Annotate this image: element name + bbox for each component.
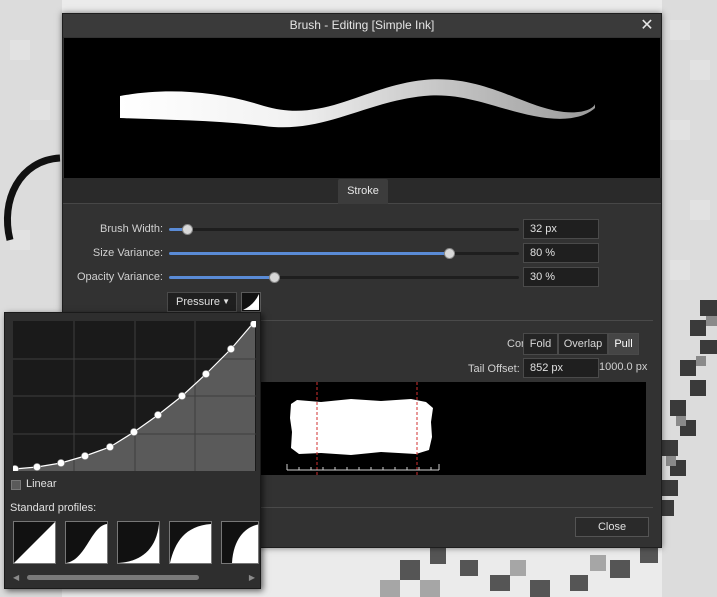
close-icon[interactable]: ✕ bbox=[639, 14, 655, 37]
slider-thumb[interactable] bbox=[269, 272, 280, 283]
tail-offset-label: Tail Offset: bbox=[468, 363, 520, 375]
pressure-curve-graph[interactable] bbox=[13, 321, 256, 471]
curve-icon bbox=[243, 294, 259, 310]
brush-width-slider[interactable] bbox=[169, 222, 519, 236]
linear-label: Linear bbox=[26, 478, 57, 490]
corners-overlap-option[interactable]: Overlap bbox=[558, 333, 608, 355]
brush-texture-preview bbox=[261, 382, 646, 475]
slider-fill bbox=[169, 252, 449, 255]
profile-s-curve-icon[interactable] bbox=[65, 521, 108, 564]
pressure-curve-popover: Linear Standard profiles: ◀ ▶ bbox=[4, 312, 261, 589]
controller-dropdown[interactable]: Pressure ▼ bbox=[167, 292, 237, 312]
slider-track bbox=[169, 228, 519, 231]
tail-offset-field[interactable]: 852 px bbox=[523, 358, 599, 378]
corners-pull-option[interactable]: Pull bbox=[608, 333, 639, 355]
brush-width-label: Brush Width: bbox=[100, 223, 163, 235]
slider-fill bbox=[169, 276, 274, 279]
controller-dropdown-label: Pressure bbox=[176, 296, 221, 308]
size-variance-slider[interactable] bbox=[169, 246, 519, 260]
size-variance-field[interactable]: 80 % bbox=[523, 243, 599, 263]
opacity-variance-slider[interactable] bbox=[169, 270, 519, 284]
profile-linear-icon[interactable] bbox=[13, 521, 56, 564]
standard-profiles-label: Standard profiles: bbox=[10, 502, 97, 514]
opacity-variance-label: Opacity Variance: bbox=[76, 271, 163, 283]
corners-fold-option[interactable]: Fold bbox=[523, 333, 558, 355]
scroll-left-icon[interactable]: ◀ bbox=[13, 572, 19, 584]
dialog-titlebar: Brush - Editing [Simple Ink] ✕ bbox=[63, 14, 661, 37]
linear-checkbox[interactable] bbox=[11, 480, 21, 490]
tab-bar: Stroke bbox=[63, 178, 661, 204]
slider-thumb[interactable] bbox=[181, 224, 193, 235]
stroke-preview bbox=[64, 38, 660, 178]
chevron-down-icon: ▼ bbox=[222, 297, 230, 306]
profile-concave-icon[interactable] bbox=[117, 521, 160, 564]
opacity-variance-field[interactable]: 30 % bbox=[523, 267, 599, 287]
profile-steep-icon[interactable] bbox=[221, 521, 259, 564]
profile-convex-icon[interactable] bbox=[169, 521, 212, 564]
pressure-curve-button[interactable] bbox=[241, 292, 261, 312]
tab-stroke[interactable]: Stroke bbox=[338, 179, 388, 204]
scroll-right-icon[interactable]: ▶ bbox=[249, 572, 255, 584]
slider-thumb[interactable] bbox=[444, 248, 455, 259]
close-button[interactable]: Close bbox=[575, 517, 649, 537]
size-variance-label: Size Variance: bbox=[92, 247, 163, 259]
dialog-title: Brush - Editing [Simple Ink] bbox=[289, 18, 435, 32]
profiles-scrollbar[interactable]: ◀ ▶ bbox=[13, 572, 255, 584]
brush-width-field[interactable]: 32 px bbox=[523, 219, 599, 239]
tail-offset-max: 1000.0 px bbox=[599, 361, 648, 373]
scrollbar-thumb[interactable] bbox=[27, 575, 199, 580]
